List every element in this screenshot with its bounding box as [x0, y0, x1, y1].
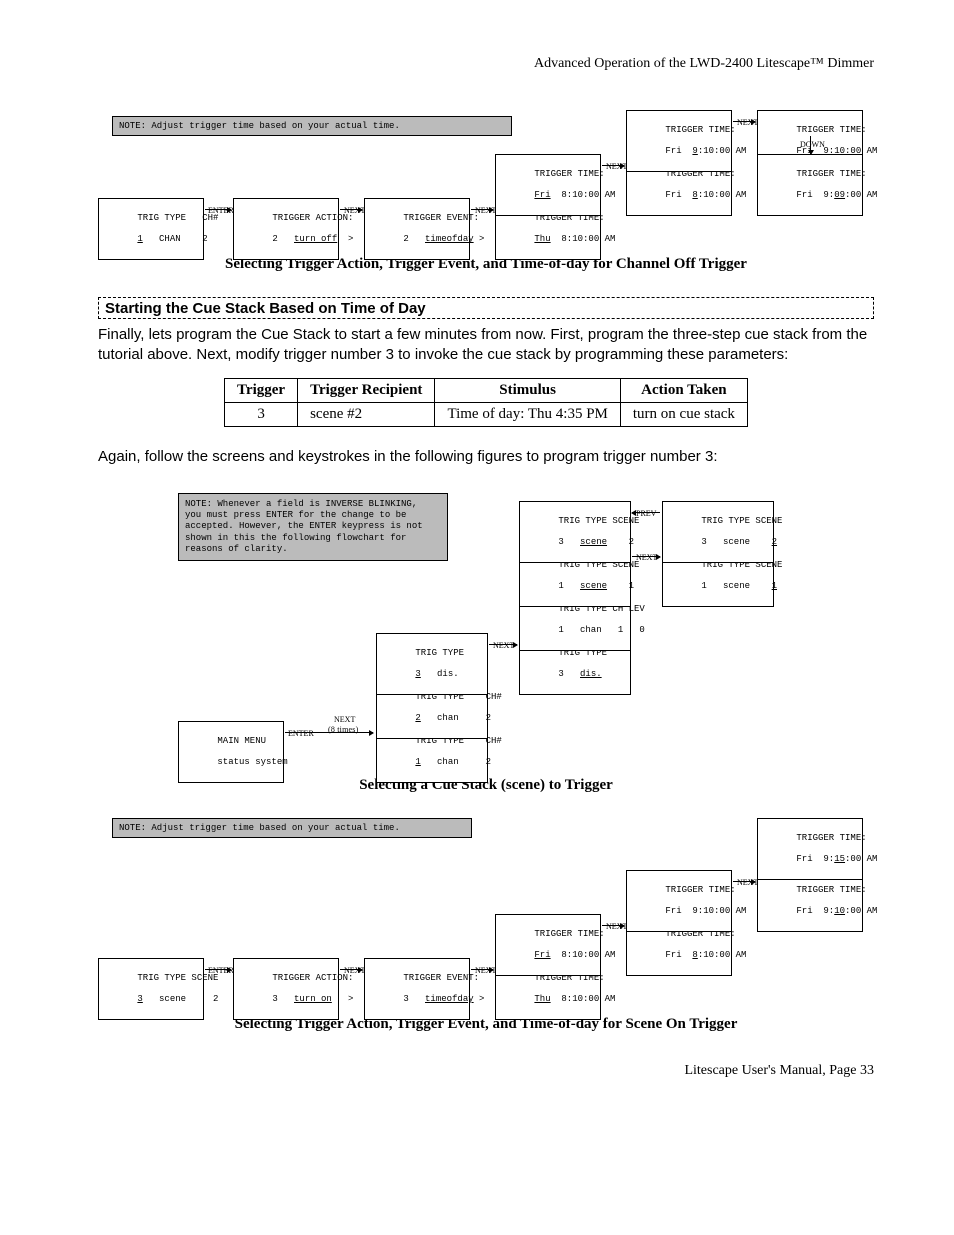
lcd-scene3a: TRIG TYPE SCENE 3 scene 2 [519, 501, 631, 563]
lcd-time-fri1: TRIGGER TIME: Fri 8:10:00 AM [495, 914, 601, 976]
diagram-channel-off: NOTE: Adjust trigger time based on your … [98, 108, 874, 238]
lcd-time-fri1: TRIGGER TIME: Fri 8:10:00 AM [495, 154, 601, 216]
page-footer: Litescape User's Manual, Page 33 [98, 1063, 874, 1079]
page-header: Advanced Operation of the LWD-2400 Lites… [98, 56, 874, 72]
lcd-action: TRIGGER ACTION: 3 turn on > [233, 958, 339, 1020]
section-header: Starting the Cue Stack Based on Time of … [98, 297, 874, 319]
lcd-action: TRIGGER ACTION: 2 turn off > [233, 198, 339, 260]
key-next: NEXT [334, 715, 355, 724]
para-2: Again, follow the screens and keystrokes… [98, 447, 874, 467]
key-next: NEXT [493, 641, 514, 650]
note-box: NOTE: Adjust trigger time based on your … [112, 818, 472, 838]
lcd-trigtype: TRIG TYPE CH# 1 CHAN 2 [98, 198, 204, 260]
caption-3: Selecting Trigger Action, Trigger Event,… [98, 1016, 874, 1033]
table-row: 3 scene #2 Time of day: Thu 4:35 PM turn… [225, 402, 748, 426]
th-stimulus: Stimulus [435, 378, 620, 402]
diagram-scene-on: NOTE: Adjust trigger time based on your … [98, 818, 874, 998]
th-action: Action Taken [620, 378, 747, 402]
para-1: Finally, lets program the Cue Stack to s… [98, 325, 874, 366]
diagram-cue-stack: NOTE: Whenever a field is INVERSE BLINKI… [98, 479, 874, 759]
lcd-time-fri9a: TRIGGER TIME: Fri 9:10:00 AM [626, 110, 732, 172]
caption-1: Selecting Trigger Action, Trigger Event,… [98, 256, 874, 273]
lcd-event: TRIGGER EVENT: 2 timeofday > [364, 198, 470, 260]
note-box: NOTE: Whenever a field is INVERSE BLINKI… [178, 493, 448, 561]
th-recipient: Trigger Recipient [298, 378, 435, 402]
note-box: NOTE: Adjust trigger time based on your … [112, 116, 512, 136]
key-next-times: (8 times) [328, 725, 358, 734]
key-down: DOWN [800, 140, 825, 149]
lcd-trigscene: TRIG TYPE SCENE 3 scene 2 [98, 958, 204, 1020]
lcd-time-fri909: TRIGGER TIME: Fri 9:09:00 AM [757, 154, 863, 216]
lcd-time-fri915: TRIGGER TIME: Fri 9:15:00 AM [757, 818, 863, 880]
key-enter: ENTER [288, 729, 314, 738]
lcd-main-menu: MAIN MENU status system [178, 721, 284, 783]
key-next: NEXT [636, 553, 657, 562]
lcd-event: TRIGGER EVENT: 3 timeofday > [364, 958, 470, 1020]
lcd-t3a: TRIG TYPE 3 dis. [376, 633, 488, 695]
lcd-scene3b: TRIG TYPE SCENE 3 scene 2 [662, 501, 774, 563]
th-trigger: Trigger [225, 378, 298, 402]
lcd-time-fri9a: TRIGGER TIME: Fri 9:10:00 AM [626, 870, 732, 932]
trigger-table: Trigger Trigger Recipient Stimulus Actio… [224, 378, 748, 427]
